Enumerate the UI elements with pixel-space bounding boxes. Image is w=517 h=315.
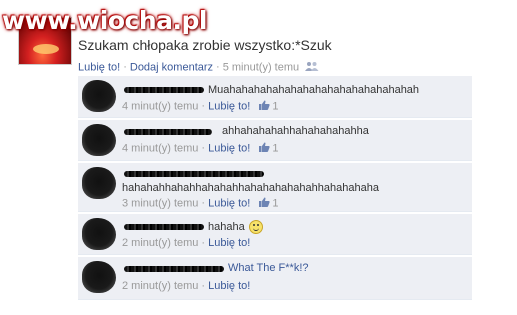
post-timestamp: 5 minut(y) temu [222, 61, 300, 74]
comment-like-link[interactable]: Lubię to! [208, 197, 250, 209]
people-icon [305, 61, 319, 74]
comment-timestamp: 2 minut(y) temu [122, 280, 199, 292]
comment-text: Muahahahahahahahahahahahahahahahah [208, 84, 420, 96]
comment-item: hahaha 2 minut(y) temu · Lubię to! [78, 214, 472, 255]
commenter-avatar[interactable] [82, 218, 116, 250]
comment-meta: 4 minut(y) temu · Lubię to! 1 [122, 142, 279, 155]
commenter-avatar[interactable] [82, 80, 116, 112]
comments-list: Muahahahahahahahahahahahahahahahah 4 min… [78, 76, 472, 302]
comment-timestamp: 3 minut(y) temu [122, 197, 199, 210]
comment-item: Muahahahahahahahahahahahahahahahah 4 min… [78, 76, 472, 118]
post-meta: Lubię to! · Dodaj komentarz · 5 minut(y) tem… [78, 61, 319, 74]
thumbs-up-icon [259, 142, 271, 155]
add-comment-link[interactable]: Dodaj komentarz [130, 61, 213, 73]
like-count[interactable]: 1 [272, 142, 278, 154]
commenter-avatar[interactable] [82, 167, 116, 199]
post-like-link[interactable]: Lubię to! [78, 61, 120, 73]
comment-text: ahhahahahahhahahahahahha [222, 125, 369, 137]
like-count[interactable]: 1 [272, 197, 278, 209]
status-text: Szukam chłopaka zrobie wszystko:*Szuk [78, 37, 332, 53]
thumbs-up-icon [259, 100, 271, 113]
comment-meta: 4 minut(y) temu · Lubię to! 1 [122, 100, 279, 113]
comment-like-link[interactable]: Lubię to! [208, 280, 250, 292]
comment-item: hahahahhahahhahahahhahahahahahahhahahaha… [78, 163, 472, 212]
site-watermark: www.wiocha.pl [2, 6, 207, 35]
like-count[interactable]: 1 [272, 100, 278, 112]
comment-item: ahhahahahahhahahahahahha 4 minut(y) temu… [78, 120, 472, 161]
thumbs-up-icon [259, 197, 271, 210]
comment-timestamp: 4 minut(y) temu [122, 142, 199, 155]
comment-text-value: hahaha [208, 220, 245, 233]
redacted-name [124, 129, 212, 135]
commenter-avatar[interactable] [82, 261, 116, 293]
comment-meta: 2 minut(y) temu · Lubię to! [122, 237, 251, 249]
comment-item: What The F**k!? 2 minut(y) temu · Lubię to… [78, 257, 472, 300]
redacted-name [124, 171, 264, 177]
comment-timestamp: 4 minut(y) temu [122, 100, 199, 113]
comment-like-link[interactable]: Lubię to! [208, 237, 250, 249]
commenter-avatar[interactable] [82, 124, 116, 156]
comment-text: What The F**k!? [228, 262, 309, 274]
comment-text: hahahahhahahhahahahhahahahahahahhahahaha… [122, 182, 379, 194]
comment-timestamp: 2 minut(y) temu [122, 237, 199, 249]
redacted-name [124, 87, 204, 93]
smiley-icon [248, 220, 263, 234]
redacted-name [124, 266, 224, 272]
comment-meta: 2 minut(y) temu · Lubię to! [122, 280, 251, 292]
comment-like-link[interactable]: Lubię to! [208, 100, 250, 112]
comment-meta: 3 minut(y) temu · Lubię to! 1 [122, 197, 279, 210]
comment-like-link[interactable]: Lubię to! [208, 142, 250, 154]
redacted-name [124, 224, 204, 230]
comment-text: hahaha [208, 220, 263, 234]
